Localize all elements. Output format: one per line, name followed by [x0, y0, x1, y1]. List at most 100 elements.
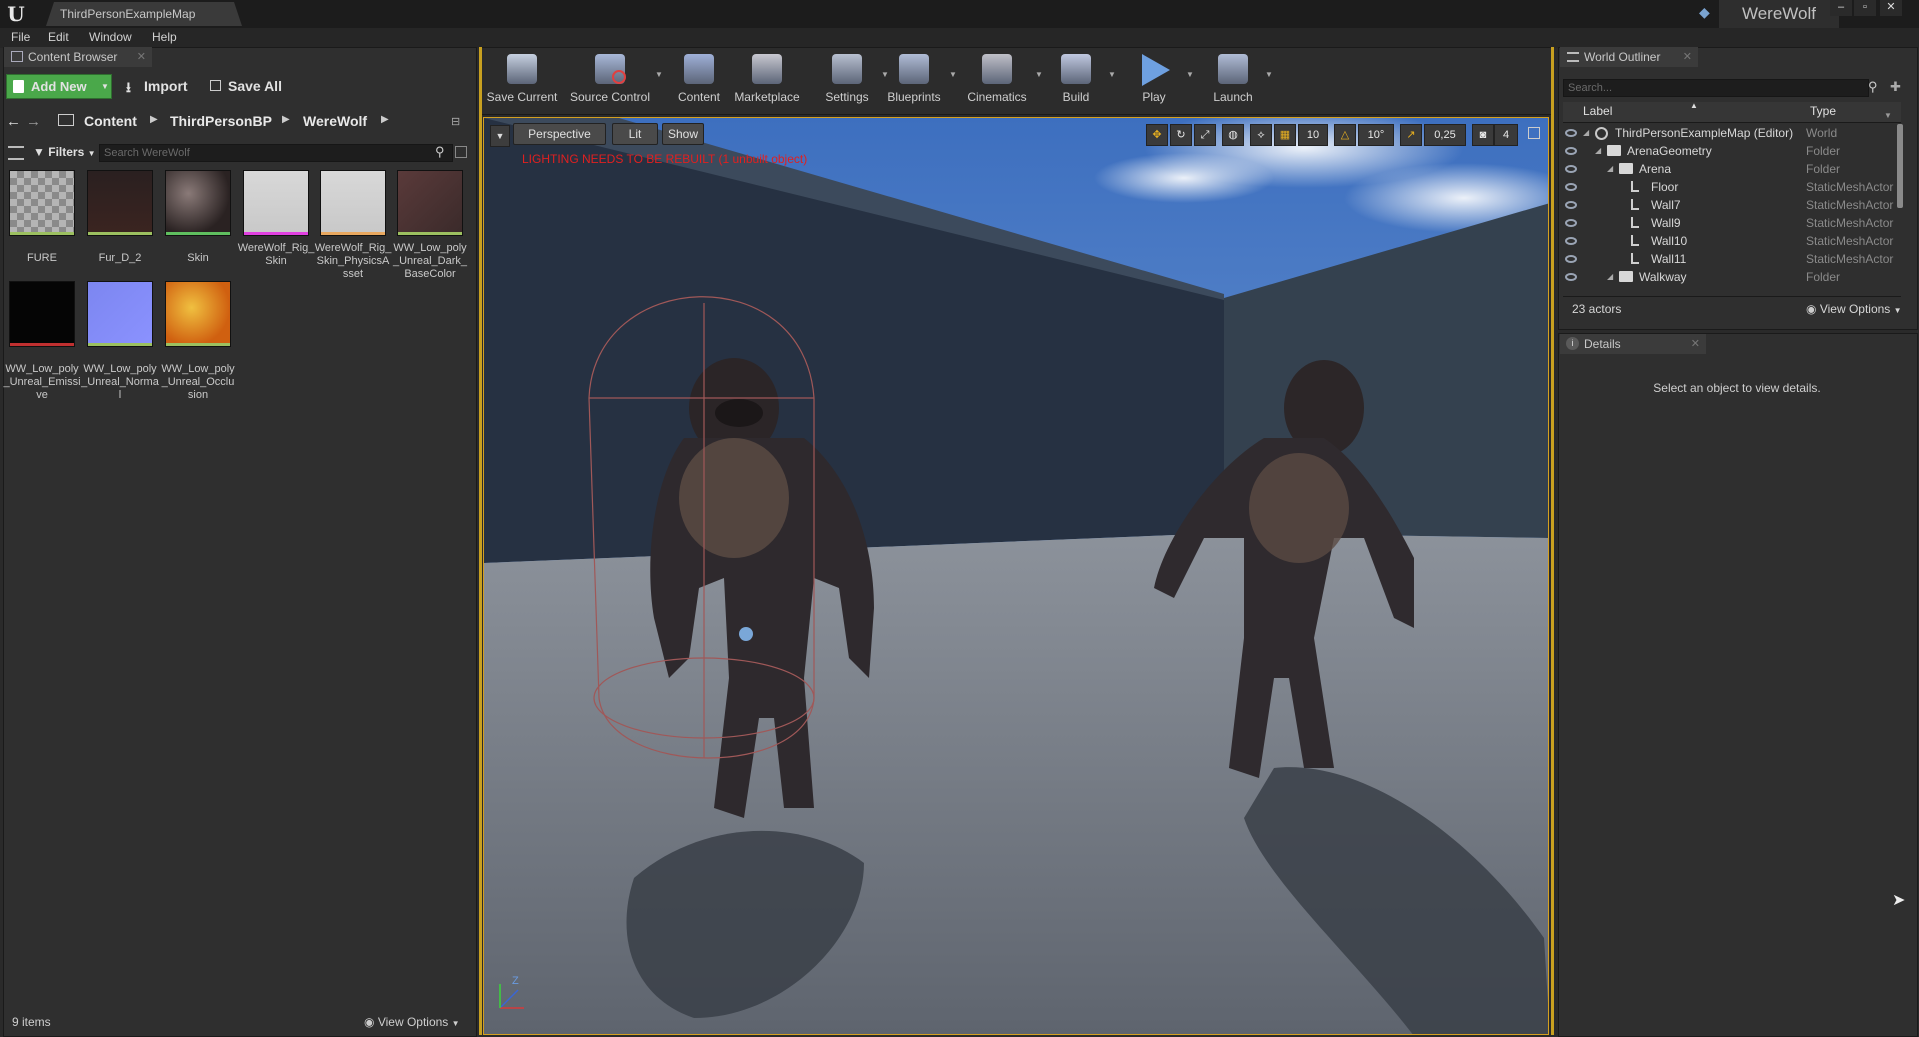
rotate-tool-icon[interactable]: ↻	[1170, 124, 1192, 146]
maximize-icon[interactable]: ▫	[1854, 0, 1876, 16]
visibility-eye-icon[interactable]	[1565, 129, 1577, 137]
rotation-snap-icon[interactable]: △	[1334, 124, 1356, 146]
outliner-row[interactable]: ◢ ThirdPersonExampleMap (Editor) World	[1563, 124, 1901, 142]
lock-icon[interactable]: ⊟	[451, 115, 463, 128]
chevron-down-icon[interactable]: ▼	[1035, 70, 1043, 79]
outliner-row[interactable]: ◢ Arena Folder	[1563, 160, 1901, 178]
expand-arrow-icon[interactable]: ◢	[1583, 124, 1589, 142]
menu-edit[interactable]: Edit	[48, 30, 69, 44]
close-tab-icon[interactable]: ✕	[137, 47, 146, 67]
toolbar-settings-button[interactable]: Settings	[815, 52, 879, 108]
breadcrumb-separator-icon[interactable]: ▶	[282, 114, 290, 125]
asset-thumbnail[interactable]	[165, 281, 231, 347]
level-viewport[interactable]	[483, 117, 1549, 1035]
toolbar-launch-button[interactable]: Launch	[1203, 52, 1263, 108]
chevron-down-icon[interactable]: ▼	[1108, 70, 1116, 79]
content-search-input[interactable]: Search WereWolf	[99, 144, 453, 162]
visibility-eye-icon[interactable]	[1565, 183, 1577, 191]
view-options-button[interactable]: ◉ View Options ▼	[364, 1015, 460, 1029]
breadcrumb-content[interactable]: Content	[84, 113, 137, 129]
menu-help[interactable]: Help	[152, 30, 177, 44]
toolbar-build-button[interactable]: Build	[1046, 52, 1106, 108]
chevron-down-icon[interactable]: ▼	[1186, 70, 1194, 79]
grid-snap-value[interactable]: 10	[1298, 124, 1328, 146]
breadcrumb-separator-icon[interactable]: ▶	[381, 114, 389, 125]
visibility-eye-icon[interactable]	[1565, 147, 1577, 155]
perspective-button[interactable]: Perspective	[513, 123, 606, 145]
back-arrow-icon[interactable]: ←	[6, 113, 21, 130]
asset-thumbnail[interactable]	[243, 170, 309, 236]
show-button[interactable]: Show	[662, 123, 704, 145]
chevron-down-icon[interactable]: ▼	[949, 70, 957, 79]
maximize-viewport-icon[interactable]	[1528, 127, 1540, 139]
visibility-eye-icon[interactable]	[1565, 237, 1577, 245]
settings-pin-icon[interactable]: ✚	[1890, 79, 1901, 95]
expand-arrow-icon[interactable]: ◢	[1607, 160, 1613, 178]
toolbar-source-control-button[interactable]: Source Control	[567, 52, 653, 108]
outliner-search-input[interactable]: Search...	[1563, 79, 1869, 97]
asset-thumbnail[interactable]	[165, 170, 231, 236]
chevron-down-icon[interactable]: ▼	[655, 70, 663, 79]
lit-button[interactable]: Lit	[612, 123, 658, 145]
save-all-button[interactable]: Save All	[210, 77, 296, 97]
minimize-icon[interactable]: –	[1830, 0, 1852, 16]
camera-speed-icon[interactable]: ◙	[1472, 124, 1494, 146]
toolbar-play-button[interactable]: Play	[1124, 52, 1184, 108]
document-tab[interactable]: ThirdPersonExampleMap	[46, 2, 242, 26]
outliner-row[interactable]: Floor StaticMeshActor	[1563, 178, 1901, 196]
breadcrumb-thirdpersonbp[interactable]: ThirdPersonBP	[170, 113, 272, 129]
outliner-row[interactable]: ◢ ArenaGeometry Folder	[1563, 142, 1901, 160]
import-button[interactable]: ⭳ Import	[124, 77, 204, 97]
source-control-status-icon[interactable]: ◆	[1699, 4, 1715, 22]
outliner-scrollbar[interactable]	[1897, 124, 1903, 208]
label-column-header[interactable]: Label	[1583, 104, 1612, 118]
close-tab-icon[interactable]: ✕	[1691, 334, 1700, 354]
camera-speed-value[interactable]: 4	[1494, 124, 1518, 146]
breadcrumb-werewolf[interactable]: WereWolf	[303, 113, 367, 129]
close-icon[interactable]: ✕	[1880, 0, 1902, 16]
add-new-button[interactable]: Add New ▼	[6, 74, 112, 99]
type-column-header[interactable]: Type	[1810, 104, 1836, 118]
rotation-snap-value[interactable]: 10°	[1358, 124, 1394, 146]
visibility-eye-icon[interactable]	[1565, 219, 1577, 227]
visibility-eye-icon[interactable]	[1565, 255, 1577, 263]
outliner-row[interactable]: Wall7 StaticMeshActor	[1563, 196, 1901, 214]
world-local-icon[interactable]: ◍	[1222, 124, 1244, 146]
asset-thumbnail[interactable]	[9, 281, 75, 347]
outliner-row[interactable]: Wall11 StaticMeshActor	[1563, 250, 1901, 268]
visibility-eye-icon[interactable]	[1565, 165, 1577, 173]
asset-thumbnail[interactable]	[87, 281, 153, 347]
asset-thumbnail[interactable]	[397, 170, 463, 236]
filters-button[interactable]: ▼ Filters ▼	[33, 145, 96, 159]
sources-toggle-icon[interactable]	[8, 146, 24, 160]
grid-snap-icon[interactable]: ▦	[1274, 124, 1296, 146]
asset-thumbnail[interactable]	[9, 170, 75, 236]
close-tab-icon[interactable]: ✕	[1683, 47, 1692, 67]
toolbar-blueprints-button[interactable]: Blueprints	[881, 52, 947, 108]
viewport-options-button[interactable]: ▼	[490, 125, 510, 147]
chevron-down-icon[interactable]: ▼	[1884, 111, 1892, 120]
toolbar-content-button[interactable]: Content	[671, 52, 727, 108]
menu-file[interactable]: File	[11, 30, 30, 44]
asset-thumbnail[interactable]	[320, 170, 386, 236]
outliner-row[interactable]: Wall10 StaticMeshActor	[1563, 232, 1901, 250]
world-outliner-tab[interactable]: World Outliner ✕	[1560, 47, 1698, 67]
save-search-icon[interactable]	[455, 146, 467, 158]
forward-arrow-icon[interactable]: →	[26, 113, 41, 130]
menu-window[interactable]: Window	[89, 30, 132, 44]
scale-tool-icon[interactable]: ⤢	[1194, 124, 1216, 146]
expand-arrow-icon[interactable]: ◢	[1607, 268, 1613, 286]
translate-tool-icon[interactable]: ✥	[1146, 124, 1168, 146]
scale-snap-icon[interactable]: ↗	[1400, 124, 1422, 146]
outliner-row[interactable]: ◢ Walkway Folder	[1563, 268, 1901, 286]
expand-arrow-icon[interactable]: ◢	[1595, 142, 1601, 160]
outliner-row[interactable]: Wall9 StaticMeshActor	[1563, 214, 1901, 232]
content-browser-tab[interactable]: Content Browser ✕	[4, 47, 152, 67]
toolbar-cinematics-button[interactable]: Cinematics	[961, 52, 1033, 108]
chevron-down-icon[interactable]: ▼	[1265, 70, 1273, 79]
scene-render[interactable]	[484, 118, 1549, 1035]
breadcrumb-separator-icon[interactable]: ▶	[150, 114, 158, 125]
visibility-eye-icon[interactable]	[1565, 201, 1577, 209]
toolbar-save-current-button[interactable]: Save Current	[486, 52, 558, 108]
scale-snap-value[interactable]: 0,25	[1424, 124, 1466, 146]
